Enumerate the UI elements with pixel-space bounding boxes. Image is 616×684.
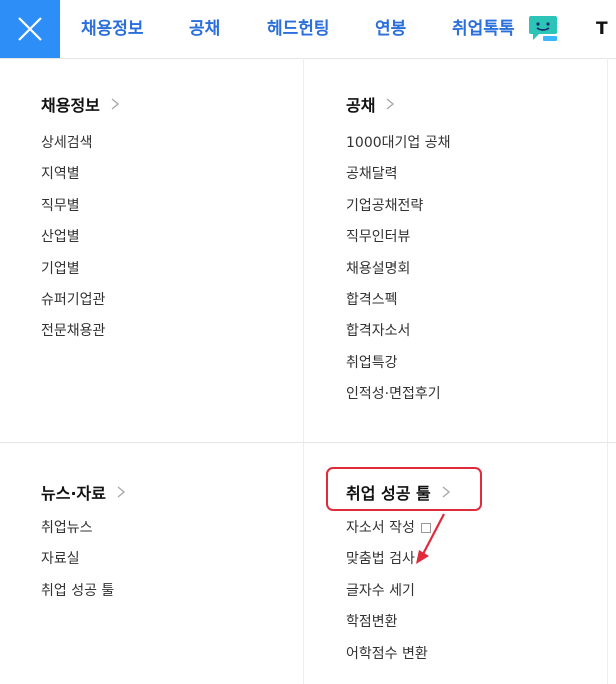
menu-item-language-score[interactable]: 어학점수 변환: [346, 639, 431, 670]
menu-item-by-industry[interactable]: 산업별: [41, 222, 105, 253]
chat-bubble-face-icon: [529, 16, 557, 41]
chevron-right-icon: [117, 486, 126, 498]
menu-item-char-count[interactable]: 글자수 세기: [346, 576, 431, 607]
tab-career-talk[interactable]: 취업톡톡: [452, 0, 515, 58]
menu-item-detail-search[interactable]: 상세검색: [41, 128, 105, 159]
news-menu-list: 취업뉴스 자료실 취업 성공 툴: [41, 513, 114, 607]
row-divider: [0, 442, 616, 443]
section-title-jobs-label: 채용정보: [41, 96, 100, 115]
section-title-news-label: 뉴스·자료: [41, 484, 106, 503]
menu-item-briefing[interactable]: 채용설명회: [346, 254, 450, 285]
section-title-gongchae-label: 공채: [346, 96, 376, 115]
chevron-right-icon: [387, 98, 395, 110]
menu-item-specialist-hiring[interactable]: 전문채용관: [41, 316, 105, 347]
tab-salary[interactable]: 연봉: [375, 0, 406, 58]
section-title-jobs[interactable]: 채용정보: [41, 92, 122, 116]
right-edge-divider: [607, 58, 608, 684]
close-menu-button[interactable]: [0, 0, 60, 58]
section-title-news[interactable]: 뉴스·자료: [41, 480, 128, 504]
menu-item-calendar[interactable]: 공채달력: [346, 159, 450, 190]
menu-item-gpa-convert[interactable]: 학점변환: [346, 607, 431, 638]
menu-item-lecture[interactable]: 취업특강: [346, 348, 450, 379]
close-icon: [18, 17, 42, 41]
menu-item-super-company[interactable]: 슈퍼기업관: [41, 285, 105, 316]
section-title-tools[interactable]: 취업 성공 툴: [346, 480, 453, 504]
menu-item-news[interactable]: 취업뉴스: [41, 513, 114, 544]
menu-item-by-company[interactable]: 기업별: [41, 254, 105, 285]
menu-item-by-region[interactable]: 지역별: [41, 159, 105, 190]
gongchae-menu-list: 1000대기업 공채 공채달력 기업공채전략 직무인터뷰 채용설명회 합격스펙 …: [346, 128, 450, 411]
menu-item-top1000[interactable]: 1000대기업 공채: [346, 128, 450, 159]
top-nav-bar: 채용정보 공채 헤드헌팅 연봉 취업톡톡 T: [0, 0, 616, 59]
menu-item-archive[interactable]: 자료실: [41, 544, 114, 575]
menu-item-job-interview[interactable]: 직무인터뷰: [346, 222, 450, 253]
tab-headhunting[interactable]: 헤드헌팅: [267, 0, 330, 58]
menu-item-pass-resume[interactable]: 합격자소서: [346, 316, 450, 347]
annotation-arrow-icon: [416, 513, 445, 564]
menu-item-success-tools[interactable]: 취업 성공 툴: [41, 576, 114, 607]
tab-more[interactable]: T: [596, 0, 608, 58]
menu-item-aptitude-review[interactable]: 인적성·면접후기: [346, 379, 450, 410]
menu-item-by-job[interactable]: 직무별: [41, 191, 105, 222]
tab-gongchae[interactable]: 공채: [189, 0, 220, 58]
jobs-menu-list: 상세검색 지역별 직무별 산업별 기업별 슈퍼기업관 전문채용관: [41, 128, 105, 348]
section-title-tools-label: 취업 성공 툴: [346, 484, 431, 503]
tab-jobs[interactable]: 채용정보: [81, 0, 144, 58]
menu-item-strategy[interactable]: 기업공채전략: [346, 191, 450, 222]
chevron-right-icon: [111, 98, 119, 110]
chevron-right-icon: [442, 486, 450, 498]
section-title-gongchae[interactable]: 공채: [346, 92, 397, 116]
menu-item-resume-writer-label: 자소서 작성: [346, 520, 415, 536]
menu-item-pass-spec[interactable]: 합격스펙: [346, 285, 450, 316]
column-divider: [303, 58, 304, 684]
